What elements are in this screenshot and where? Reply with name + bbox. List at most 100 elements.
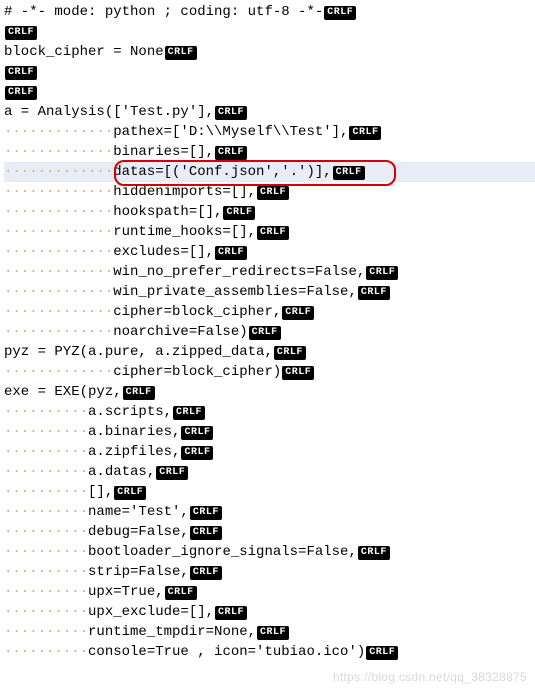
code-line: ·············win_private_assemblies=Fals… <box>4 282 535 302</box>
code-text: cipher=block_cipher) <box>113 364 281 380</box>
eol-marker-icon: CRLF <box>366 646 398 660</box>
whitespace-dots: ············· <box>4 284 113 300</box>
eol-marker-icon: CRLF <box>223 206 255 220</box>
eol-marker-icon: CRLF <box>181 426 213 440</box>
code-line: block_cipher = NoneCRLF <box>4 42 535 62</box>
code-text: console=True , icon='tubiao.ico') <box>88 644 365 660</box>
code-line: ··········runtime_tmpdir=None,CRLF <box>4 622 535 642</box>
whitespace-dots: ·········· <box>4 624 88 640</box>
whitespace-dots: ·········· <box>4 544 88 560</box>
code-line: # -*- mode: python ; coding: utf-8 -*-CR… <box>4 2 535 22</box>
whitespace-dots: ············· <box>4 244 113 260</box>
whitespace-dots: ············· <box>4 204 113 220</box>
code-text: exe = EXE(pyz, <box>4 384 122 400</box>
whitespace-dots: ·········· <box>4 424 88 440</box>
code-line: ·············excludes=[],CRLF <box>4 242 535 262</box>
code-text: bootloader_ignore_signals=False, <box>88 544 357 560</box>
whitespace-dots: ·········· <box>4 584 88 600</box>
whitespace-dots: ·········· <box>4 484 88 500</box>
code-line: CRLF <box>4 82 535 102</box>
code-text: noarchive=False) <box>113 324 247 340</box>
eol-marker-icon: CRLF <box>5 66 37 80</box>
code-line: ·············pathex=['D:\\Myself\\Test']… <box>4 122 535 142</box>
whitespace-dots: ············· <box>4 164 113 180</box>
eol-marker-icon: CRLF <box>274 346 306 360</box>
whitespace-dots: ·········· <box>4 504 88 520</box>
code-line: ·············runtime_hooks=[],CRLF <box>4 222 535 242</box>
code-text: pathex=['D:\\Myself\\Test'], <box>113 124 348 140</box>
code-text: datas=[('Conf.json','.')], <box>113 164 331 180</box>
code-line: ·············datas=[('Conf.json','.')],C… <box>4 162 535 182</box>
eol-marker-icon: CRLF <box>358 286 390 300</box>
code-text: cipher=block_cipher, <box>113 304 281 320</box>
code-text: excludes=[], <box>113 244 214 260</box>
eol-marker-icon: CRLF <box>257 226 289 240</box>
code-line: CRLF <box>4 62 535 82</box>
whitespace-dots: ·········· <box>4 444 88 460</box>
eol-marker-icon: CRLF <box>165 586 197 600</box>
eol-marker-icon: CRLF <box>190 566 222 580</box>
whitespace-dots: ············· <box>4 364 113 380</box>
code-line: ·············hookspath=[],CRLF <box>4 202 535 222</box>
code-line: ··········console=True , icon='tubiao.ic… <box>4 642 535 662</box>
code-text: [], <box>88 484 113 500</box>
watermark: https://blog.csdn.net/qq_38328875 <box>333 670 527 684</box>
code-text: # -*- mode: python ; coding: utf-8 -*- <box>4 4 323 20</box>
code-line: exe = EXE(pyz,CRLF <box>4 382 535 402</box>
code-text: pyz = PYZ(a.pure, a.zipped_data, <box>4 344 273 360</box>
eol-marker-icon: CRLF <box>156 466 188 480</box>
whitespace-dots: ·········· <box>4 644 88 660</box>
code-line: ·············hiddenimports=[],CRLF <box>4 182 535 202</box>
eol-marker-icon: CRLF <box>257 186 289 200</box>
eol-marker-icon: CRLF <box>215 606 247 620</box>
code-text: a.binaries, <box>88 424 180 440</box>
code-line: ··········a.datas,CRLF <box>4 462 535 482</box>
code-text: debug=False, <box>88 524 189 540</box>
code-text: a.datas, <box>88 464 155 480</box>
code-line: ··········upx_exclude=[],CRLF <box>4 602 535 622</box>
code-line: ··········strip=False,CRLF <box>4 562 535 582</box>
code-line: ·············win_no_prefer_redirects=Fal… <box>4 262 535 282</box>
whitespace-dots: ············· <box>4 324 113 340</box>
eol-marker-icon: CRLF <box>215 106 247 120</box>
code-text: hookspath=[], <box>113 204 222 220</box>
eol-marker-icon: CRLF <box>282 306 314 320</box>
eol-marker-icon: CRLF <box>114 486 146 500</box>
eol-marker-icon: CRLF <box>333 166 365 180</box>
code-line: ··········name='Test',CRLF <box>4 502 535 522</box>
eol-marker-icon: CRLF <box>324 6 356 20</box>
code-text: a.zipfiles, <box>88 444 180 460</box>
eol-marker-icon: CRLF <box>282 366 314 380</box>
whitespace-dots: ············· <box>4 124 113 140</box>
whitespace-dots: ············· <box>4 184 113 200</box>
whitespace-dots: ············· <box>4 224 113 240</box>
eol-marker-icon: CRLF <box>190 526 222 540</box>
code-text: hiddenimports=[], <box>113 184 256 200</box>
eol-marker-icon: CRLF <box>165 46 197 60</box>
code-line: ·············noarchive=False)CRLF <box>4 322 535 342</box>
code-text: win_no_prefer_redirects=False, <box>113 264 365 280</box>
code-text: a.scripts, <box>88 404 172 420</box>
whitespace-dots: ············· <box>4 264 113 280</box>
eol-marker-icon: CRLF <box>173 406 205 420</box>
code-text: upx_exclude=[], <box>88 604 214 620</box>
code-line: ··········a.scripts,CRLF <box>4 402 535 422</box>
code-line: ·············binaries=[],CRLF <box>4 142 535 162</box>
eol-marker-icon: CRLF <box>190 506 222 520</box>
code-text: win_private_assemblies=False, <box>113 284 357 300</box>
whitespace-dots: ·········· <box>4 564 88 580</box>
eol-marker-icon: CRLF <box>249 326 281 340</box>
code-text: upx=True, <box>88 584 164 600</box>
eol-marker-icon: CRLF <box>215 246 247 260</box>
code-line: CRLF <box>4 22 535 42</box>
code-line: ··········debug=False,CRLF <box>4 522 535 542</box>
eol-marker-icon: CRLF <box>5 86 37 100</box>
whitespace-dots: ·········· <box>4 464 88 480</box>
eol-marker-icon: CRLF <box>5 26 37 40</box>
eol-marker-icon: CRLF <box>366 266 398 280</box>
whitespace-dots: ············· <box>4 144 113 160</box>
eol-marker-icon: CRLF <box>181 446 213 460</box>
eol-marker-icon: CRLF <box>123 386 155 400</box>
code-text: block_cipher = None <box>4 44 164 60</box>
code-text: runtime_tmpdir=None, <box>88 624 256 640</box>
